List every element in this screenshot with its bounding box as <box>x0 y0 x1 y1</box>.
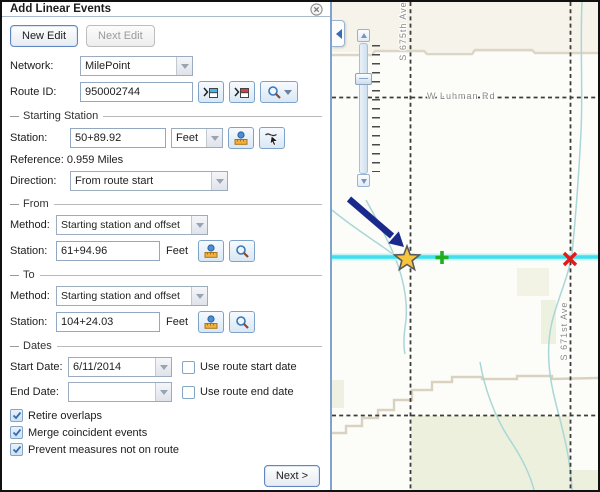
end-date-label: End Date: <box>10 386 68 398</box>
pick-station-on-map-button[interactable] <box>259 127 285 149</box>
merge-coincident-events-label: Merge coincident events <box>28 427 147 439</box>
route-id-label: Route ID: <box>10 86 80 98</box>
measure-station-button[interactable] <box>228 127 254 149</box>
to-method-value: Starting station and offset <box>57 290 191 302</box>
units-select[interactable]: Feet <box>171 128 223 148</box>
from-method-select[interactable]: Starting station and offset <box>56 215 208 235</box>
from-units-label: Feet <box>166 245 188 257</box>
from-method-value: Starting station and offset <box>57 219 191 231</box>
zoom-to-station-button[interactable] <box>229 311 255 333</box>
to-method-select[interactable]: Starting station and offset <box>56 286 208 306</box>
retire-overlaps-label: Retire overlaps <box>28 410 102 422</box>
start-date-select[interactable]: 6/11/2014 <box>68 357 172 377</box>
panel-body: New Edit Next Edit Network: MilePoint Ro… <box>2 17 330 491</box>
prevent-measures-checkbox[interactable] <box>10 443 23 456</box>
add-linear-events-panel: Add Linear Events New Edit Next Edit Net… <box>2 2 332 490</box>
prevent-measures-label: Prevent measures not on route <box>28 444 179 456</box>
to-station-input[interactable] <box>56 312 160 332</box>
chevron-down-icon[interactable] <box>191 216 207 234</box>
search-icon <box>234 244 250 259</box>
to-station-label: Station: <box>10 316 56 328</box>
use-route-end-date-label: Use route end date <box>200 386 294 398</box>
next-edit-button[interactable]: Next Edit <box>86 25 155 47</box>
zoom-in-button[interactable] <box>357 29 370 42</box>
clear-route-selection-button[interactable] <box>229 81 255 103</box>
units-value: Feet <box>172 132 206 144</box>
starting-station-legend: Starting Station <box>10 110 322 122</box>
search-icon <box>266 85 282 100</box>
map-view[interactable]: S 675th Ave W Luhman Rd S 671st Ave <box>332 2 598 490</box>
close-icon[interactable] <box>309 2 323 16</box>
zoom-out-button[interactable] <box>357 174 370 187</box>
to-units-label: Feet <box>166 316 188 328</box>
chevron-down-icon <box>284 90 292 99</box>
from-station-label: Station: <box>10 245 56 257</box>
chevron-down-icon[interactable] <box>191 287 207 305</box>
dates-legend: Dates <box>10 340 322 352</box>
from-station-input[interactable] <box>56 241 160 261</box>
measure-station-button[interactable] <box>198 240 224 262</box>
direction-label: Direction: <box>10 175 70 187</box>
check-icon <box>12 411 22 420</box>
use-route-end-date-checkbox[interactable] <box>182 386 195 399</box>
from-legend: From <box>10 198 322 210</box>
next-button[interactable]: Next > <box>264 465 320 487</box>
search-icon <box>234 315 250 330</box>
select-route-on-map-button[interactable] <box>198 81 224 103</box>
use-route-start-date-checkbox[interactable] <box>182 361 195 374</box>
merge-coincident-events-checkbox[interactable] <box>10 426 23 439</box>
reference-label: Reference: <box>10 154 64 166</box>
collapse-panel-button[interactable] <box>332 20 345 47</box>
app-window: Add Linear Events New Edit Next Edit Net… <box>0 0 600 492</box>
network-value: MilePoint <box>81 60 176 72</box>
start-date-label: Start Date: <box>10 361 68 373</box>
road-label-ew: W Luhman Rd <box>427 91 496 101</box>
reference-value: 0.959 Miles <box>67 154 123 166</box>
starting-station-input[interactable] <box>70 128 166 148</box>
road-label-ns-right: S 671st Ave <box>559 299 569 363</box>
zoom-slider-handle[interactable] <box>355 73 372 85</box>
plus-marker <box>436 251 449 264</box>
route-id-input[interactable] <box>80 82 193 102</box>
chevron-down-icon[interactable] <box>176 57 192 75</box>
end-date-select[interactable] <box>68 382 172 402</box>
chevron-down-icon[interactable] <box>206 129 222 147</box>
to-legend: To <box>10 269 322 281</box>
pointer-arrow <box>349 199 404 247</box>
panel-titlebar: Add Linear Events <box>2 2 330 17</box>
panel-title: Add Linear Events <box>10 3 111 15</box>
use-route-start-date-label: Use route start date <box>200 361 297 373</box>
zoom-slider-track[interactable] <box>359 43 368 174</box>
direction-value: From route start <box>71 175 211 187</box>
retire-overlaps-checkbox[interactable] <box>10 409 23 422</box>
direction-select[interactable]: From route start <box>70 171 228 191</box>
zoom-to-station-button[interactable] <box>229 240 255 262</box>
new-edit-button[interactable]: New Edit <box>10 25 78 47</box>
chevron-down-icon[interactable] <box>155 358 171 376</box>
chevron-down-icon[interactable] <box>211 172 227 190</box>
station-label: Station: <box>10 132 70 144</box>
reference-readout: Reference: 0.959 Miles <box>10 154 322 166</box>
route-search-dropdown-button[interactable] <box>260 81 298 103</box>
network-label: Network: <box>10 60 80 72</box>
measure-station-button[interactable] <box>198 311 224 333</box>
check-icon <box>12 445 22 454</box>
chevron-down-icon[interactable] <box>155 383 171 401</box>
check-icon <box>12 428 22 437</box>
start-date-value: 6/11/2014 <box>69 361 155 373</box>
to-method-label: Method: <box>10 290 56 302</box>
from-method-label: Method: <box>10 219 56 231</box>
road-label-ns-left: S 675th Ave <box>398 2 408 63</box>
network-select[interactable]: MilePoint <box>80 56 193 76</box>
zoom-slider-ticks <box>372 45 380 172</box>
